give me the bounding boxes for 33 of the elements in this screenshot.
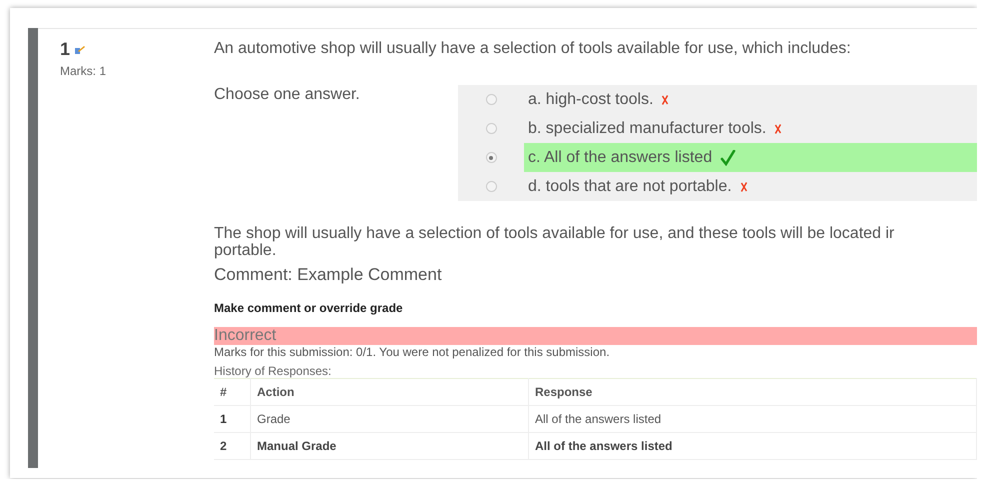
radio-button[interactable] <box>486 181 496 192</box>
column-header: # <box>214 378 250 406</box>
override-link[interactable]: Make comment or override grade <box>214 301 403 315</box>
column-header: Action <box>250 378 528 406</box>
table-cell: All of the answers listed <box>528 432 976 460</box>
table-cell: 1 <box>214 406 250 432</box>
table-cell: Grade <box>250 406 528 432</box>
marks-note: Marks for this submission: 0/1. You were not penalized for this submission. <box>214 345 611 359</box>
prompt-text: Choose one answer. <box>214 85 361 105</box>
check-icon <box>720 150 736 166</box>
edit-icon[interactable] <box>74 44 86 54</box>
answer-option[interactable]: a. high-cost tools. <box>524 85 977 114</box>
column-header: Response <box>528 378 976 406</box>
question-number: 1 <box>60 39 70 60</box>
table-cell: Manual Grade <box>250 432 528 460</box>
history-title: History of Responses: <box>214 364 332 378</box>
table-cell: All of the answers listed <box>528 406 976 432</box>
feedback-text: The shop will usually have a selection of tools available for use, and these tools will be located ir <box>214 225 896 242</box>
radio-button[interactable] <box>486 94 496 105</box>
cross-icon <box>740 181 748 192</box>
question-text: An automotive shop will usually have a selection of tools available for use, which includes: <box>214 39 852 59</box>
answer-option[interactable]: d. tools that are not portable. <box>524 172 977 201</box>
cross-icon <box>661 94 670 105</box>
cross-icon <box>774 123 782 134</box>
comment-text: Comment: Example Comment <box>214 265 443 285</box>
radio-button[interactable] <box>486 123 496 134</box>
table-cell: 2 <box>214 432 250 460</box>
answer-option[interactable]: b. specialized manufacturer tools. <box>524 114 977 143</box>
grade-banner: Incorrect <box>214 327 977 345</box>
feedback-text: portable. <box>214 242 278 259</box>
answer-option[interactable]: c. All of the answers listed <box>524 143 977 172</box>
marks-label: Marks: 1 <box>60 64 108 78</box>
radio-button[interactable] <box>486 152 496 163</box>
